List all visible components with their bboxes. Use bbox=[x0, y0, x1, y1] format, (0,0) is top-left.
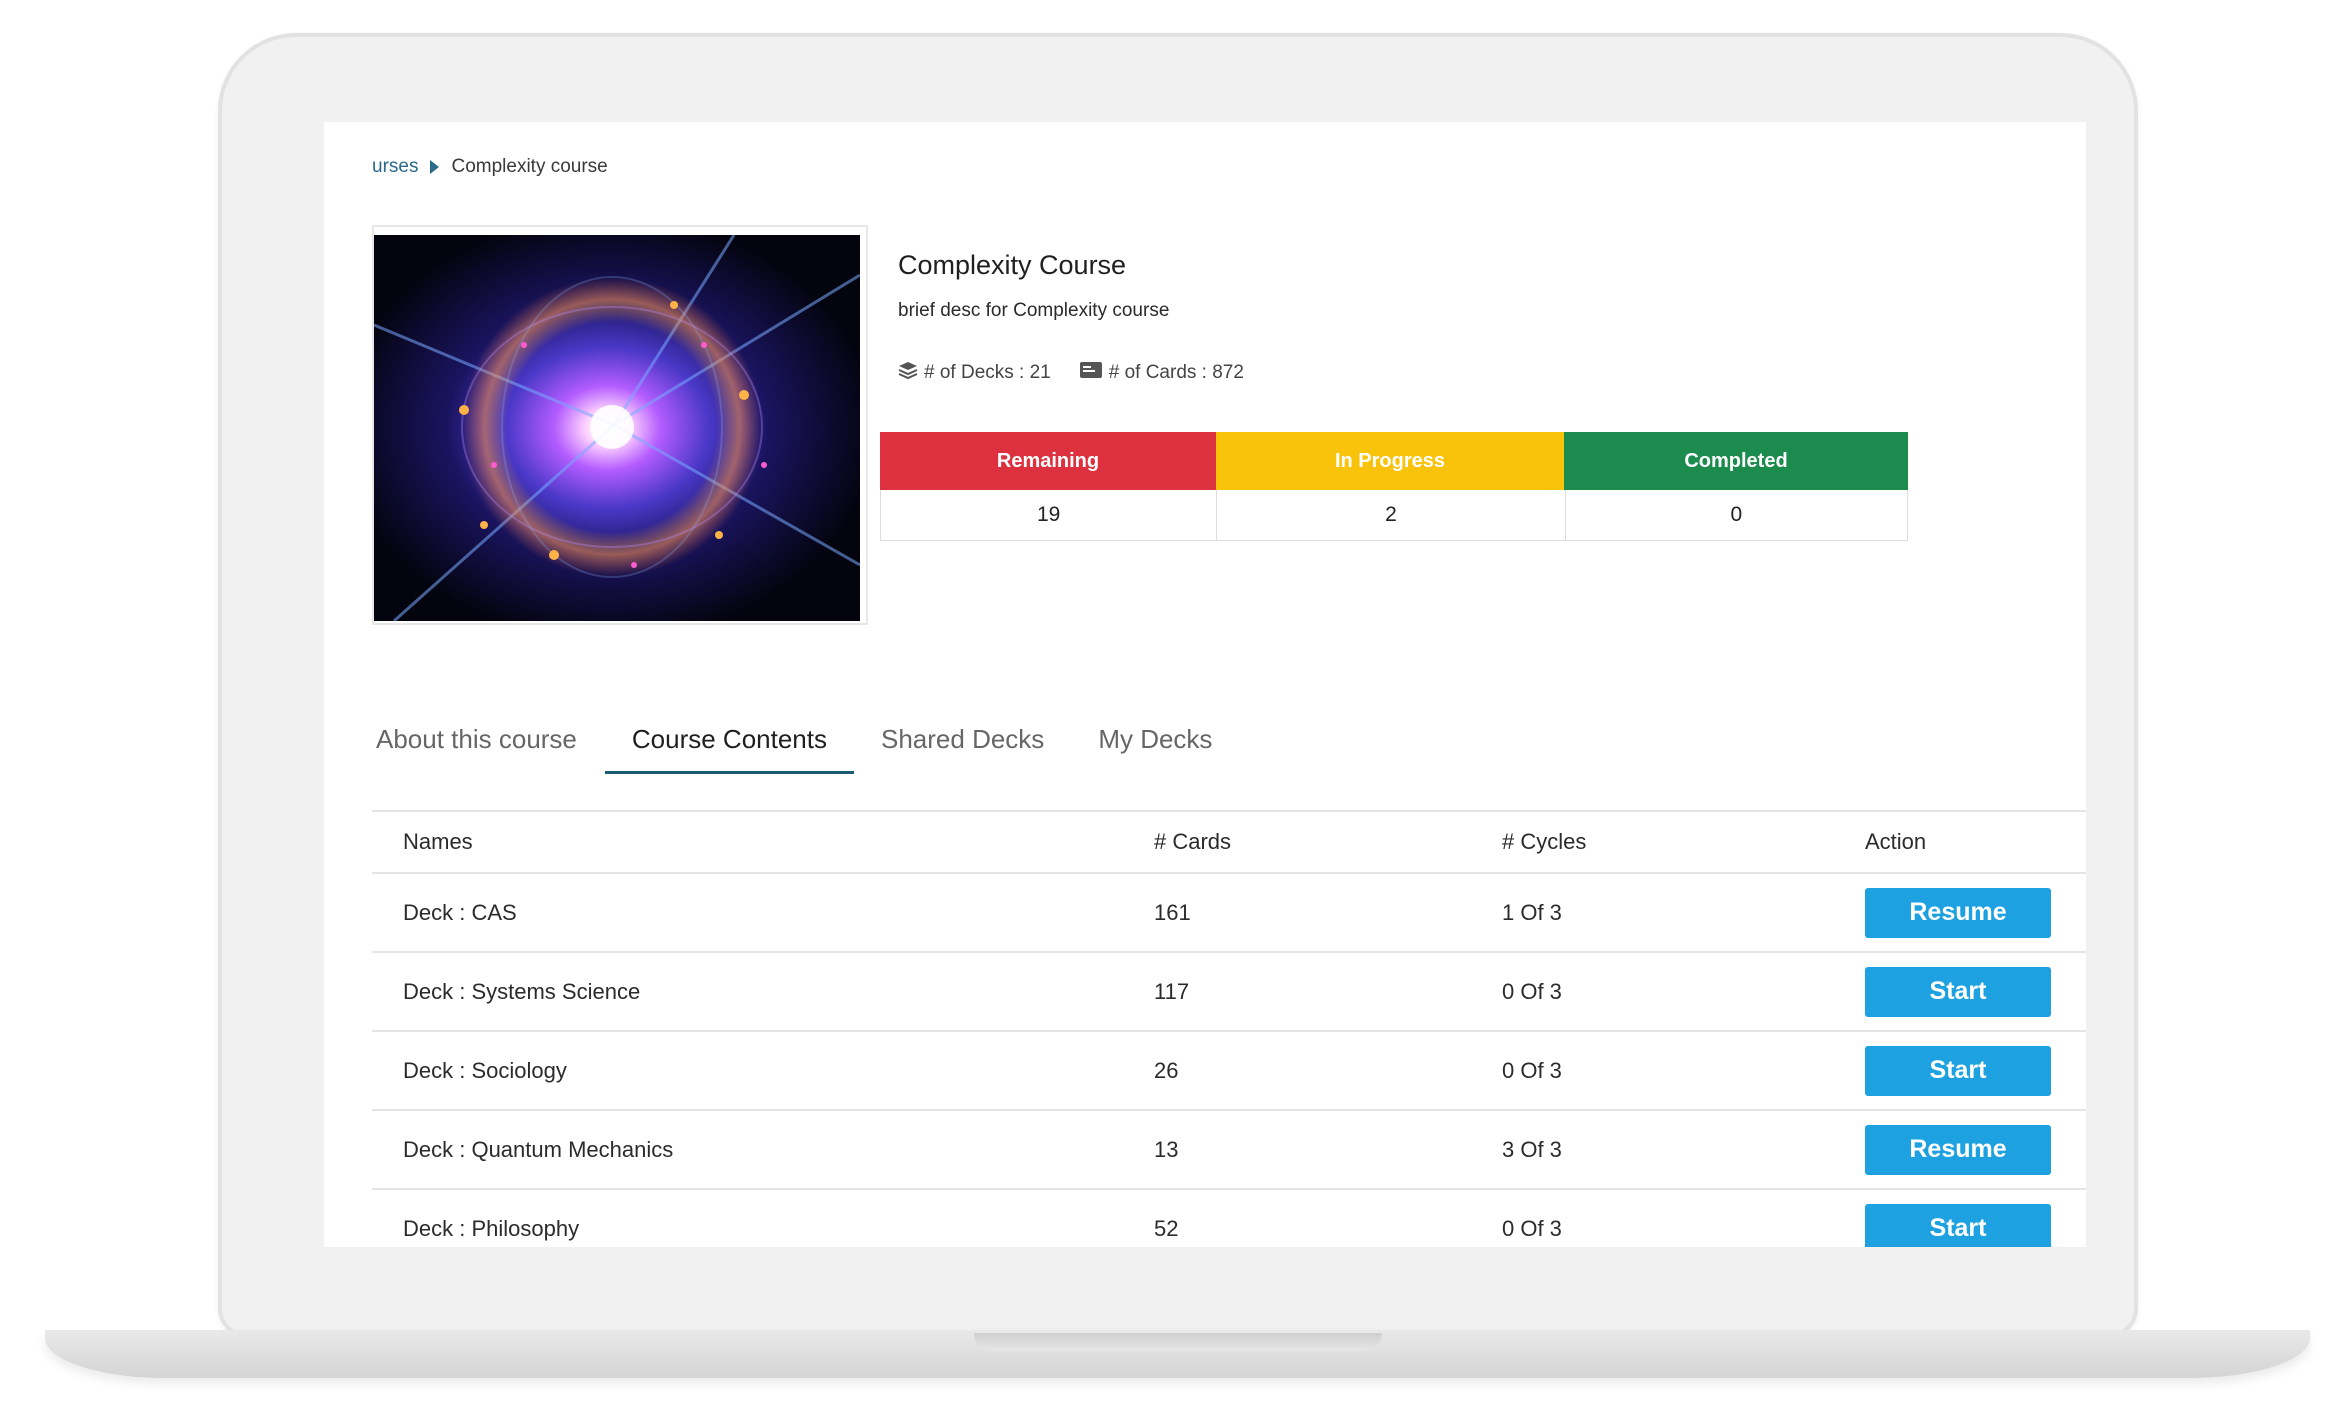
completed-value: 0 bbox=[1730, 503, 1743, 526]
in-progress-header: In Progress bbox=[1216, 432, 1564, 490]
column-header-cards: # Cards bbox=[1154, 829, 1232, 854]
resume-button[interactable]: Resume bbox=[1865, 887, 2051, 938]
deck-table: Names # Cards # Cycles Action Deck : CAS… bbox=[372, 810, 2086, 1247]
course-image-frame bbox=[372, 225, 868, 625]
column-header-cycles: # Cycles bbox=[1502, 829, 1587, 854]
deck-cycles: 0 Of 3 bbox=[1502, 978, 1562, 1004]
table-row: Deck : Sociology 26 0 Of 3 Start bbox=[372, 1032, 2086, 1111]
tab-shared-decks[interactable]: Shared Decks bbox=[881, 710, 1044, 774]
start-button[interactable]: Start bbox=[1865, 966, 2051, 1017]
deck-name: Deck : Systems Science bbox=[403, 978, 641, 1004]
remaining-header: Remaining bbox=[880, 432, 1216, 490]
table-row: Deck : Philosophy 52 0 Of 3 Start bbox=[372, 1190, 2086, 1247]
nebula-sphere-image bbox=[374, 235, 860, 621]
deck-cards: 13 bbox=[1154, 1136, 1179, 1162]
deck-cycles: 0 Of 3 bbox=[1502, 1215, 1562, 1241]
breadcrumb-current: Complexity course bbox=[451, 156, 608, 177]
deck-cycles: 1 Of 3 bbox=[1502, 899, 1562, 925]
deck-cycles: 0 Of 3 bbox=[1502, 1057, 1562, 1083]
laptop-notch bbox=[974, 1333, 1382, 1351]
course-description: brief desc for Complexity course bbox=[898, 300, 1170, 321]
tab-my-decks[interactable]: My Decks bbox=[1098, 710, 1212, 774]
table-row: Deck : Quantum Mechanics 13 3 Of 3 Resum… bbox=[372, 1111, 2086, 1190]
cards-count: # of Cards : 872 bbox=[1108, 362, 1244, 383]
app-screen: urses Complexity course Complexity Cours… bbox=[324, 122, 2086, 1247]
table-header-row: Names # Cards # Cycles Action bbox=[372, 810, 2086, 874]
tab-course-contents[interactable]: Course Contents bbox=[604, 710, 854, 774]
column-header-action: Action bbox=[1865, 829, 1927, 854]
course-tabs: About this course Course Contents Shared… bbox=[376, 710, 1266, 774]
completed-header: Completed bbox=[1564, 432, 1908, 490]
resume-button[interactable]: Resume bbox=[1865, 1124, 2051, 1175]
tab-about[interactable]: About this course bbox=[376, 710, 577, 774]
start-button[interactable]: Start bbox=[1865, 1045, 2051, 1096]
deck-cards: 161 bbox=[1154, 899, 1191, 925]
start-button[interactable]: Start bbox=[1865, 1203, 2051, 1247]
table-row: Deck : CAS 161 1 Of 3 Resume bbox=[372, 874, 2086, 953]
in-progress-value: 2 bbox=[1217, 490, 1566, 540]
deck-cards: 52 bbox=[1154, 1215, 1179, 1241]
layers-icon bbox=[898, 360, 918, 386]
deck-name: Deck : CAS bbox=[403, 899, 517, 925]
caret-right-icon bbox=[430, 160, 440, 174]
deck-cycles: 3 Of 3 bbox=[1502, 1136, 1562, 1162]
decks-stat: # of Decks : 21 bbox=[898, 360, 1051, 386]
progress-summary: Remaining In Progress Completed 19 2 0 bbox=[880, 432, 1908, 541]
deck-cards: 117 bbox=[1154, 978, 1190, 1004]
deck-cards: 26 bbox=[1154, 1057, 1179, 1083]
deck-name: Deck : Philosophy bbox=[403, 1215, 580, 1241]
deck-name: Deck : Sociology bbox=[403, 1057, 567, 1083]
column-header-names: Names bbox=[403, 829, 473, 854]
breadcrumb-courses-link[interactable]: urses bbox=[372, 156, 418, 178]
decks-count: # of Decks : 21 bbox=[924, 362, 1051, 383]
course-image bbox=[374, 235, 860, 621]
course-stats: # of Decks : 21 # of Cards : 872 bbox=[898, 360, 1244, 386]
remaining-value: 19 bbox=[881, 490, 1218, 540]
course-title: Complexity Course bbox=[898, 250, 1127, 280]
card-icon bbox=[1079, 361, 1103, 385]
breadcrumb: urses Complexity course bbox=[372, 156, 608, 178]
table-row: Deck : Systems Science 117 0 Of 3 Start bbox=[372, 953, 2086, 1032]
cards-stat: # of Cards : 872 bbox=[1079, 361, 1244, 385]
deck-name: Deck : Quantum Mechanics bbox=[403, 1136, 674, 1162]
